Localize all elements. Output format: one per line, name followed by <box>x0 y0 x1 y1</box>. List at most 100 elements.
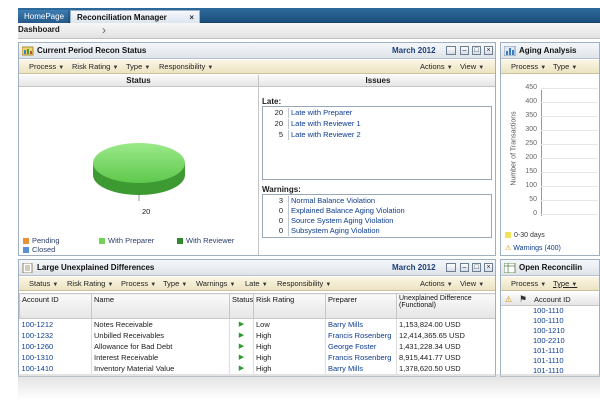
breadcrumb-dashboard[interactable]: Dashboard <box>18 25 60 34</box>
legend-swatch-with-reviewer <box>177 238 183 245</box>
detach-icon[interactable] <box>446 263 456 272</box>
status-play-icon[interactable]: ▶ <box>229 352 254 363</box>
minimize-icon[interactable]: – <box>460 46 469 55</box>
column-divider <box>258 87 259 255</box>
status-play-icon[interactable]: ▶ <box>229 363 254 374</box>
maximize-icon[interactable]: □ <box>472 263 481 272</box>
aging-y-tick-label: 350 <box>525 112 537 119</box>
aging-y-tick-label: 450 <box>525 84 537 91</box>
legend-swatch-closed <box>23 247 29 254</box>
aging-gridline <box>541 102 598 103</box>
dropdown-arrow-icon: ▼ <box>540 65 547 71</box>
menu-view[interactable]: View ▼ <box>460 62 484 71</box>
legend-closed: Closed <box>23 245 55 254</box>
col-name[interactable]: Name <box>91 293 230 319</box>
menu-type[interactable]: Type ▼ <box>553 279 577 288</box>
status-pie-chart[interactable] <box>89 129 189 209</box>
menu-responsibility[interactable]: Responsibility ▼ <box>277 279 331 288</box>
open-account-link[interactable]: 100-2210 <box>533 336 565 346</box>
aging-warnings-link[interactable]: ⚠ Warnings (400) <box>505 244 561 252</box>
warning-item[interactable]: 0 Explained Balance Aging Violation <box>263 206 491 216</box>
late-label: Late: <box>262 97 282 106</box>
dropdown-arrow-icon: ▼ <box>571 282 578 288</box>
detach-icon[interactable] <box>446 46 456 55</box>
open-account-link[interactable]: 100-1110 <box>533 306 564 316</box>
table-row[interactable]: 100-1212 Notes Receivable ▶ Low Barry Mills 1… <box>19 318 495 330</box>
menu-process[interactable]: Process ▼ <box>121 279 156 288</box>
open-account-link[interactable]: 101-1110 <box>533 346 564 356</box>
col-preparer[interactable]: Preparer <box>325 293 397 319</box>
late-item[interactable]: 20 Late with Reviewer 1 <box>263 119 491 129</box>
account-id-link[interactable]: 100-1310 <box>19 352 92 363</box>
menu-status[interactable]: Status ▼ <box>29 279 58 288</box>
menu-actions[interactable]: Actions ▼ <box>420 62 453 71</box>
menu-risk-rating[interactable]: Risk Rating ▼ <box>67 279 113 288</box>
status-play-icon[interactable]: ▶ <box>229 341 254 352</box>
tab-homepage[interactable]: HomePage <box>18 10 68 23</box>
menu-process[interactable]: Process ▼ <box>511 62 546 71</box>
open-account-link[interactable]: 101-1110 <box>533 356 564 366</box>
status-play-icon[interactable]: ▶ <box>229 318 254 330</box>
menu-type[interactable]: Type ▼ <box>553 62 577 71</box>
warning-item[interactable]: 0 Subsystem Aging Violation <box>263 226 491 236</box>
close-icon[interactable]: × <box>484 46 493 55</box>
warning-item[interactable]: 0 Source System Aging Violation <box>263 216 491 226</box>
unexplained-difference: 8,915,441.77 USD <box>396 352 495 363</box>
preparer-link[interactable]: Francis Rosenberg <box>325 330 397 341</box>
table-row[interactable]: 100-1410 Inventory Material Value ▶ High Bar… <box>19 363 495 374</box>
menu-type[interactable]: Type ▼ <box>126 62 150 71</box>
late-item[interactable]: 20 Late with Preparer <box>263 108 491 118</box>
col-unexplained-difference[interactable]: Unexplained Difference (Functional) <box>396 293 495 319</box>
large-differences-panel: Large Unexplained Differences March 2012… <box>18 259 496 377</box>
preparer-link[interactable]: Barry Mills <box>325 318 397 330</box>
menu-process[interactable]: Process ▼ <box>511 279 546 288</box>
minimize-icon[interactable]: – <box>460 263 469 272</box>
late-item[interactable]: 5 Late with Reviewer 2 <box>263 130 491 140</box>
menu-process[interactable]: Process ▼ <box>29 62 64 71</box>
document-icon <box>22 263 33 273</box>
account-id-link[interactable]: 100-1212 <box>19 318 92 330</box>
table-row[interactable]: 100-1232 Unbilled Receivables ▶ High Francis… <box>19 330 495 341</box>
open-account-link[interactable]: 100-1110 <box>533 316 564 326</box>
col-account-id[interactable]: Account ID <box>534 295 571 304</box>
account-id-link[interactable]: 100-1410 <box>19 363 92 374</box>
menu-view[interactable]: View ▼ <box>460 279 484 288</box>
recon-period-label[interactable]: March 2012 <box>392 46 436 55</box>
table-row[interactable]: 100-1310 Interest Receivable ▶ High Francis … <box>19 352 495 363</box>
account-id-link[interactable]: 100-1232 <box>19 330 92 341</box>
menu-late[interactable]: Late ▼ <box>245 279 268 288</box>
aging-gridline <box>541 186 598 187</box>
aging-y-tick-label: 0 <box>533 210 537 217</box>
menu-warnings[interactable]: Warnings ▼ <box>196 279 235 288</box>
account-id-link[interactable]: 100-1260 <box>19 341 92 352</box>
close-icon[interactable]: × <box>484 263 493 272</box>
warning-item[interactable]: 3 Normal Balance Violation <box>263 196 491 206</box>
recon-panel-title: Current Period Recon Status <box>37 46 147 55</box>
status-play-icon[interactable]: ▶ <box>229 330 254 341</box>
col-account-id[interactable]: Account ID <box>19 293 92 319</box>
maximize-icon[interactable]: □ <box>472 46 481 55</box>
menu-risk-rating[interactable]: Risk Rating ▼ <box>72 62 118 71</box>
preparer-link[interactable]: Barry Mills <box>325 363 397 374</box>
menu-responsibility[interactable]: Responsibility ▼ <box>159 62 213 71</box>
pie-slice-with-preparer[interactable] <box>93 143 185 183</box>
open-panel-header: Open Reconcilin <box>501 260 599 276</box>
table-row[interactable]: 100-1260 Allowance for Bad Debt ▶ High Georg… <box>19 341 495 352</box>
preparer-link[interactable]: George Foster <box>325 341 397 352</box>
aging-y-tick-label: 400 <box>525 98 537 105</box>
top-tab-bar: HomePage Reconciliation Manager × <box>18 8 600 23</box>
preparer-link[interactable]: Francis Rosenberg <box>325 352 397 363</box>
legend-swatch-pending <box>23 238 29 245</box>
menu-type[interactable]: Type ▼ <box>163 279 187 288</box>
tab-reconciliation-manager[interactable]: Reconciliation Manager × <box>70 10 200 23</box>
col-risk-rating[interactable]: Risk Rating <box>253 293 326 319</box>
account-name: Notes Receivable <box>91 318 230 330</box>
menu-actions[interactable]: Actions ▼ <box>420 279 453 288</box>
diff-panel-title: Large Unexplained Differences <box>37 263 155 272</box>
diff-period-label[interactable]: March 2012 <box>392 263 436 272</box>
open-account-link[interactable]: 101-1110 <box>533 366 564 376</box>
dropdown-arrow-icon: ▼ <box>144 65 151 71</box>
col-status[interactable]: Status <box>229 293 254 319</box>
open-account-link[interactable]: 100-1210 <box>533 326 565 336</box>
warning-icon: ⚠ <box>505 245 512 252</box>
